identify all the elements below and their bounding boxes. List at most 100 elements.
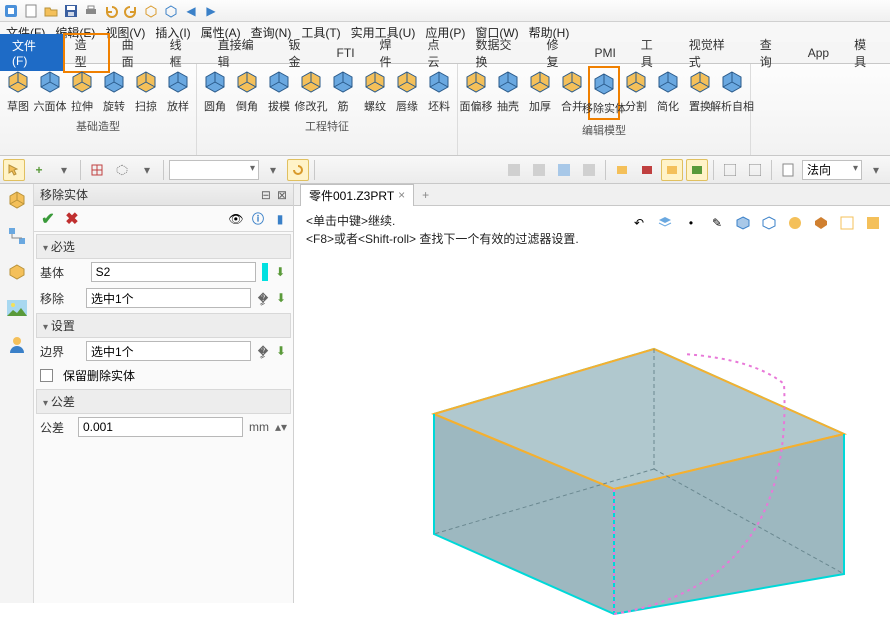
prev-icon[interactable]: ◀: [182, 2, 200, 20]
ribbon-button[interactable]: 修改孔: [295, 66, 327, 116]
hierarchy-icon[interactable]: [5, 224, 29, 248]
ribbon-button[interactable]: 唇缘: [391, 66, 423, 116]
boundary-input[interactable]: [86, 341, 251, 361]
box2-icon[interactable]: [162, 2, 180, 20]
ribbon-button[interactable]: 螺纹: [359, 66, 391, 116]
caret2-icon[interactable]: ▾: [262, 159, 284, 181]
base-down-icon[interactable]: ⬇: [274, 263, 287, 281]
model-view[interactable]: [314, 244, 874, 624]
cursor-tool-icon[interactable]: [3, 159, 25, 181]
material-icon[interactable]: [5, 260, 29, 284]
view1-icon[interactable]: [719, 159, 741, 181]
ribbon-tab[interactable]: App: [796, 43, 842, 63]
open-icon[interactable]: [42, 2, 60, 20]
vt-cube2-icon[interactable]: [758, 212, 780, 234]
boundary-expand-icon[interactable]: �ީ: [257, 342, 269, 360]
info-icon[interactable]: ⓘ: [249, 210, 267, 228]
ribbon-button[interactable]: 拔模: [263, 66, 295, 116]
ribbon-button[interactable]: 筋: [327, 66, 359, 116]
ribbon-button[interactable]: 移除实体: [588, 66, 620, 120]
ribbon-tab[interactable]: FTI: [325, 43, 368, 63]
view2-icon[interactable]: [744, 159, 766, 181]
section-tolerance[interactable]: 公差: [36, 389, 291, 414]
grid-icon[interactable]: [86, 159, 108, 181]
dropdown-icon[interactable]: ▾: [53, 159, 75, 181]
save-icon[interactable]: [62, 2, 80, 20]
ribbon-button[interactable]: 分割: [620, 66, 652, 120]
layer4-icon[interactable]: [686, 159, 708, 181]
boundary-down-icon[interactable]: ⬇: [275, 342, 287, 360]
vt-back-icon[interactable]: ↶: [628, 212, 650, 234]
vt-grid-icon[interactable]: [862, 212, 884, 234]
print-icon[interactable]: [82, 2, 100, 20]
direction-combo[interactable]: 法向: [802, 160, 862, 180]
cancel-button[interactable]: ✖: [62, 209, 82, 229]
op-cube-icon[interactable]: [5, 188, 29, 212]
document-tabs: 零件001.Z3PRT × +: [294, 184, 890, 206]
remove-down-icon[interactable]: ⬇: [275, 289, 287, 307]
ribbon-button[interactable]: 抽壳: [492, 66, 524, 120]
ok-button[interactable]: ✔: [38, 209, 58, 229]
tolerance-spinner[interactable]: ▴▾: [275, 418, 287, 436]
section-settings[interactable]: 设置: [36, 313, 291, 338]
ribbon-tab[interactable]: 查询: [748, 33, 796, 73]
panel-pin-icon[interactable]: ⊟: [261, 188, 271, 202]
doc-icon[interactable]: [777, 159, 799, 181]
vt-dot-icon[interactable]: •: [680, 212, 702, 234]
remove-input[interactable]: [86, 288, 251, 308]
ribbon-button[interactable]: 面偏移: [460, 66, 492, 120]
close-tab-icon[interactable]: ×: [398, 188, 405, 202]
tolerance-input[interactable]: [78, 417, 243, 437]
expand-icon[interactable]: ▮: [271, 210, 289, 228]
vt-layers-icon[interactable]: [654, 212, 676, 234]
misc2-icon[interactable]: [528, 159, 550, 181]
undo-icon[interactable]: [102, 2, 120, 20]
vt-edit-icon[interactable]: ✎: [706, 212, 728, 234]
caret3-icon[interactable]: ▾: [865, 159, 887, 181]
ribbon-button[interactable]: 加厚: [524, 66, 556, 120]
eye-icon[interactable]: 👁: [227, 210, 245, 228]
ribbon-button[interactable]: 拉伸: [66, 66, 98, 116]
layer1-icon[interactable]: [611, 159, 633, 181]
redo-icon[interactable]: [122, 2, 140, 20]
misc4-icon[interactable]: [578, 159, 600, 181]
base-pick-icon[interactable]: [262, 263, 268, 281]
ribbon-button[interactable]: 解析自相: [716, 66, 748, 120]
next-icon[interactable]: ▶: [202, 2, 220, 20]
ribbon-button[interactable]: 六面体: [34, 66, 66, 116]
user-icon[interactable]: [5, 332, 29, 356]
ribbon-button[interactable]: 圆角: [199, 66, 231, 116]
ribbon-button[interactable]: 倒角: [231, 66, 263, 116]
ribbon-tab[interactable]: 模具: [842, 33, 890, 73]
misc3-icon[interactable]: [553, 159, 575, 181]
refresh-icon[interactable]: [287, 159, 309, 181]
image-icon[interactable]: [5, 296, 29, 320]
new-icon[interactable]: [22, 2, 40, 20]
caret-icon[interactable]: ▾: [136, 159, 158, 181]
ribbon-button[interactable]: 放样: [162, 66, 194, 116]
add-tab-icon[interactable]: +: [414, 188, 437, 202]
ribbon-button[interactable]: 草图: [2, 66, 34, 116]
ribbon-button[interactable]: 简化: [652, 66, 684, 120]
add-tool-icon[interactable]: +: [28, 159, 50, 181]
vt-palette-icon[interactable]: [784, 212, 806, 234]
ribbon-button[interactable]: 坯料: [423, 66, 455, 116]
ribbon-tab[interactable]: PMI: [582, 43, 628, 63]
layer2-icon[interactable]: [636, 159, 658, 181]
misc1-icon[interactable]: [503, 159, 525, 181]
document-tab[interactable]: 零件001.Z3PRT ×: [300, 184, 414, 206]
layer3-icon[interactable]: [661, 159, 683, 181]
remove-expand-icon[interactable]: �ީ: [257, 289, 269, 307]
box1-icon[interactable]: [142, 2, 160, 20]
ribbon-button[interactable]: 旋转: [98, 66, 130, 116]
filter-combo[interactable]: [169, 160, 259, 180]
panel-close-icon[interactable]: ⊠: [277, 188, 287, 202]
keep-checkbox[interactable]: [40, 369, 53, 382]
vt-hex-icon[interactable]: [810, 212, 832, 234]
vt-wireframe-icon[interactable]: [836, 212, 858, 234]
base-input[interactable]: [91, 262, 256, 282]
section-required[interactable]: 必选: [36, 234, 291, 259]
ribbon-button[interactable]: 扫掠: [130, 66, 162, 116]
vt-cube1-icon[interactable]: [732, 212, 754, 234]
hex-icon[interactable]: [111, 159, 133, 181]
